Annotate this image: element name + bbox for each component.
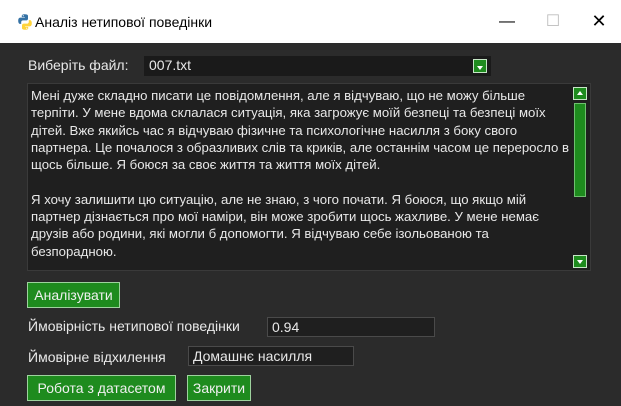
main-panel: Виберіть файл: 007.txt Мені дуже складно…	[0, 43, 621, 406]
scroll-up-icon[interactable]	[573, 87, 587, 100]
scrollbar-thumb[interactable]	[574, 103, 586, 197]
python-icon	[18, 14, 32, 30]
message-text: Мені дуже складно писати це повідомлення…	[31, 88, 569, 259]
title-bar: Аналіз нетипової поведінки — ☐ ✕	[0, 0, 621, 43]
probability-label: Ймовірність нетипової поведінки	[28, 318, 240, 334]
close-button[interactable]: Закрити	[187, 375, 251, 401]
message-textbox[interactable]: Мені дуже складно писати це повідомлення…	[27, 83, 591, 271]
minimize-button[interactable]: —	[484, 0, 530, 43]
vertical-scrollbar[interactable]	[573, 87, 587, 268]
file-select-dropdown[interactable]: 007.txt	[144, 56, 491, 76]
dropdown-arrow-button[interactable]	[473, 59, 487, 73]
probability-value-field: 0.94	[267, 317, 435, 337]
scroll-down-icon[interactable]	[573, 255, 587, 268]
maximize-button[interactable]: ☐	[530, 0, 576, 43]
window-title: Аналіз нетипової поведінки	[35, 14, 213, 30]
close-window-button[interactable]: ✕	[576, 0, 621, 43]
deviation-label: Ймовірне відхилення	[28, 349, 166, 365]
file-select-value: 007.txt	[149, 57, 192, 73]
deviation-value-field: Домашнє насилля	[188, 346, 354, 366]
dataset-button[interactable]: Робота з датасетом	[27, 375, 176, 401]
file-select-label: Виберіть файл:	[28, 57, 129, 73]
analyze-button[interactable]: Аналізувати	[27, 282, 120, 308]
chevron-down-icon	[477, 66, 483, 70]
